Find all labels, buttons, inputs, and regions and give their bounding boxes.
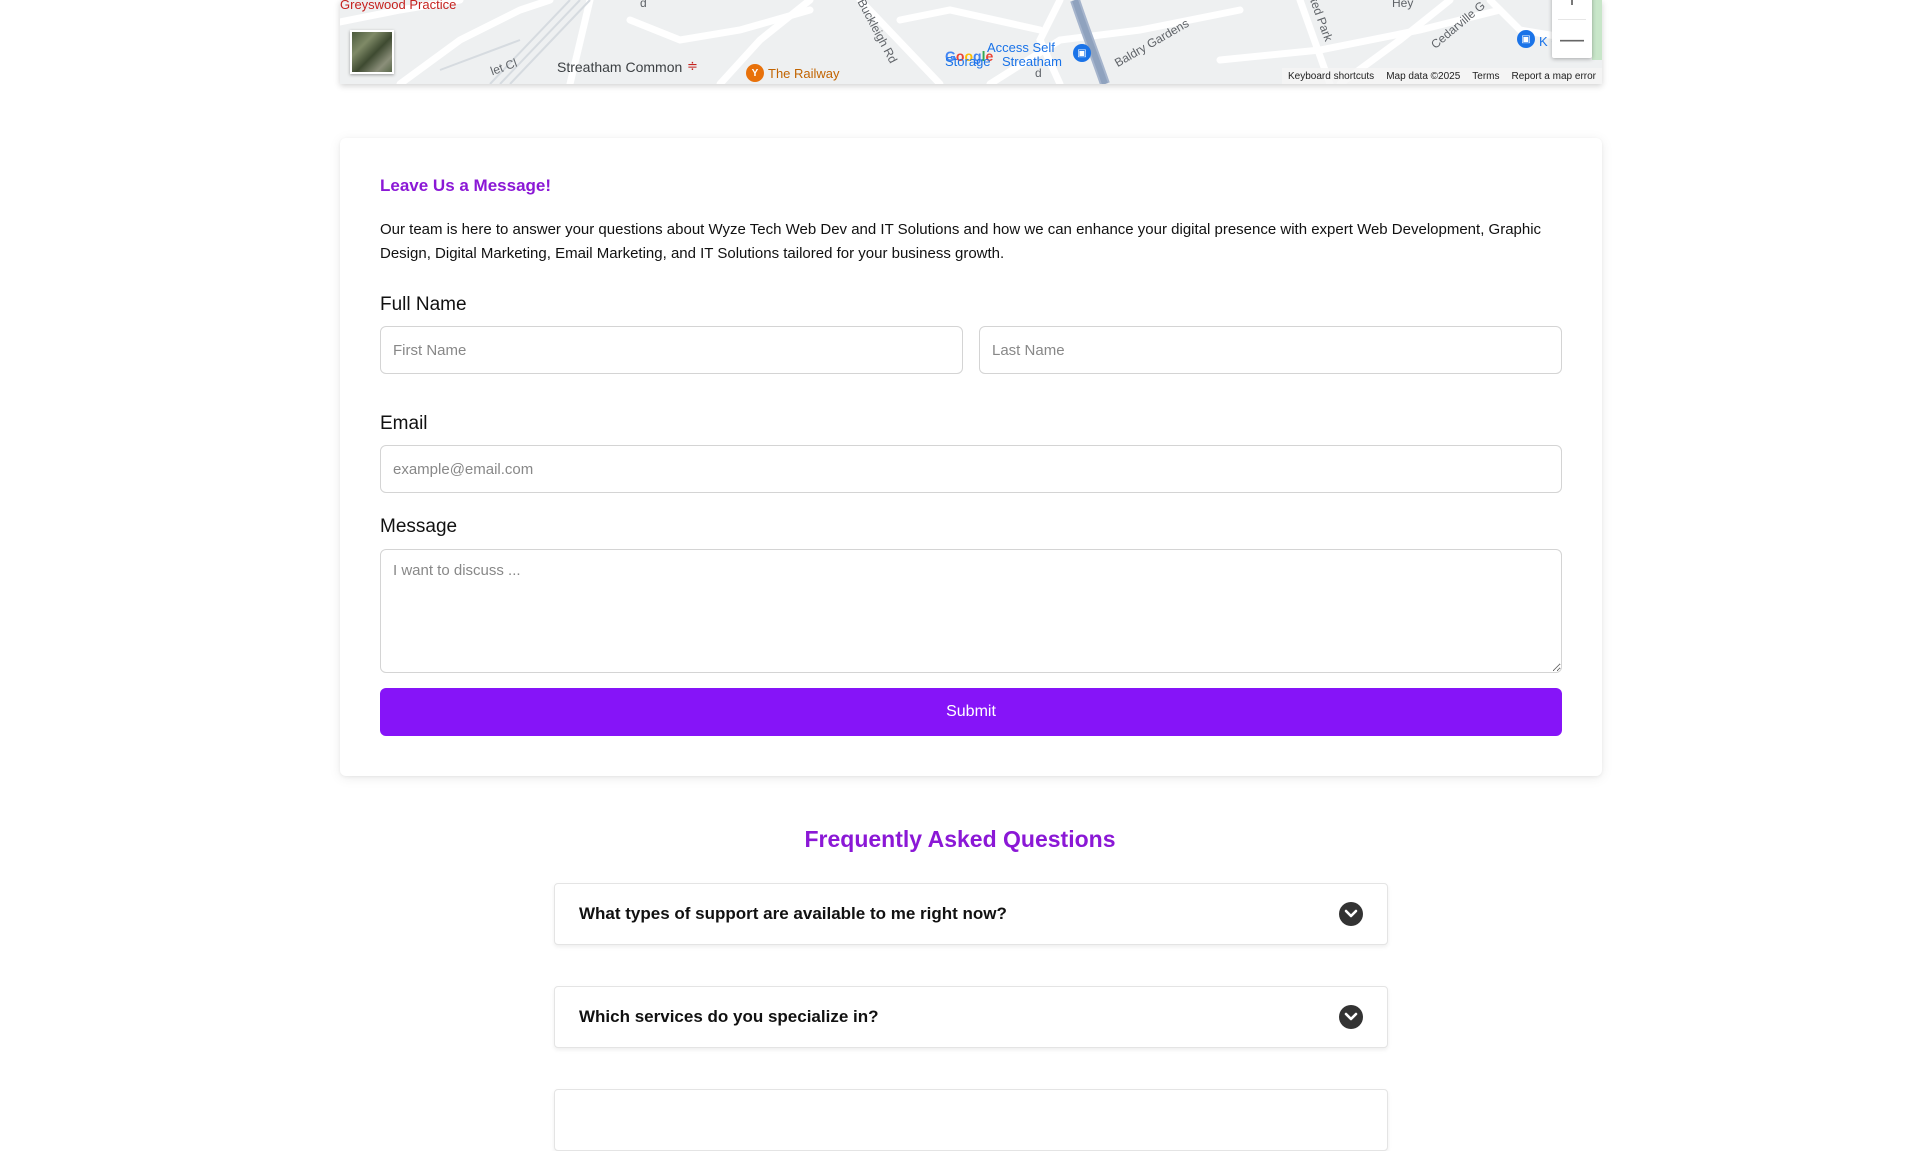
zoom-out-button[interactable]: — <box>1552 20 1592 59</box>
faq-item[interactable] <box>554 1089 1388 1151</box>
report-map-error-link[interactable]: Report a map error <box>1512 71 1596 82</box>
chevron-down-icon[interactable] <box>1339 1005 1363 1029</box>
faq-title: Frequently Asked Questions <box>804 826 1116 852</box>
first-name-input[interactable] <box>380 326 963 374</box>
zoom-controls: + — <box>1552 0 1592 58</box>
map-label-access-self-storage[interactable]: Access Self <box>987 40 1055 55</box>
storage-pin-icon[interactable]: ▣ <box>1073 44 1091 62</box>
email-label: Email <box>380 413 428 434</box>
faq-question: Which services do you specialize in? <box>579 1007 879 1026</box>
map-label-road: d <box>1035 66 1042 80</box>
zoom-in-button[interactable]: + <box>1552 0 1592 19</box>
full-name-label: Full Name <box>380 294 467 315</box>
location-pin-icon[interactable]: ▣ <box>1517 30 1535 48</box>
message-textarea[interactable] <box>380 549 1562 673</box>
map-label-streatham: Streatham <box>1002 54 1062 69</box>
map-label-the-railway[interactable]: The Railway <box>768 66 840 81</box>
faq-question: What types of support are available to m… <box>579 904 1007 923</box>
message-label: Message <box>380 516 458 537</box>
restaurant-pin-icon[interactable]: Y <box>746 64 764 82</box>
email-input[interactable] <box>380 445 1562 493</box>
map-label-hey: Hey <box>1392 0 1414 10</box>
faq-item[interactable]: Which services do you specialize in? <box>554 986 1388 1048</box>
submit-button[interactable]: Submit <box>380 688 1562 736</box>
map-label-streatham-common[interactable]: Streatham Common <box>557 59 682 75</box>
map-footer: Keyboard shortcuts Map data ©2025 Terms … <box>1282 68 1602 84</box>
last-name-input[interactable] <box>979 326 1562 374</box>
map-embed[interactable]: Greyswood Practice let Cl d Streatham Co… <box>340 0 1602 84</box>
rail-icon: ≑ <box>687 58 698 73</box>
chevron-down-icon[interactable] <box>1339 902 1363 926</box>
contact-intro: Our team is here to answer your question… <box>380 221 1542 262</box>
map-label-greyswood[interactable]: Greyswood Practice <box>340 0 456 12</box>
terms-link[interactable]: Terms <box>1472 71 1499 82</box>
map-data-attribution: Map data ©2025 <box>1386 70 1461 82</box>
keyboard-shortcuts-link[interactable]: Keyboard shortcuts <box>1288 71 1374 82</box>
faq-item[interactable]: What types of support are available to m… <box>554 883 1388 945</box>
map-label-storage: Storage <box>945 54 991 69</box>
map-label-road: d <box>640 0 647 10</box>
contact-card: Leave Us a Message! Our team is here to … <box>340 138 1602 776</box>
satellite-toggle[interactable] <box>350 30 394 74</box>
contact-title: Leave Us a Message! <box>380 176 552 195</box>
